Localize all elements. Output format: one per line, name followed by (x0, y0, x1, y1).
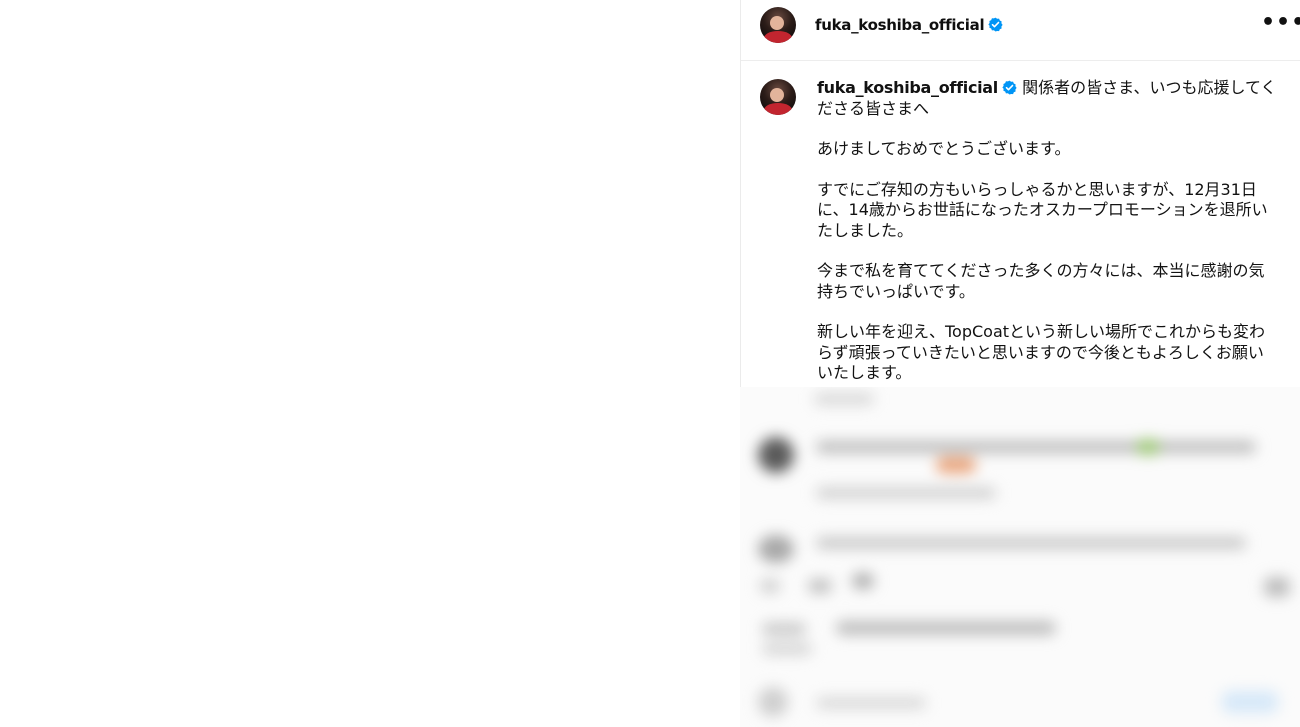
caption-paragraph: 新しい年を迎え、TopCoatという新しい場所でこれからも変わらず頑張っていきた… (817, 322, 1266, 382)
caption-paragraph: 今まで私を育ててくださった多くの方々には、本当に感謝の気持ちでいっぱいです。 (817, 261, 1265, 301)
avatar[interactable] (760, 7, 796, 43)
username-link[interactable]: fuka_koshiba_official (815, 16, 985, 34)
empty-left-area (0, 0, 740, 727)
more-options-button[interactable]: ••• (1261, 12, 1300, 38)
caption-first-line: fuka_koshiba_official 関係者の皆さま、いつも応援してくださ… (817, 78, 1279, 119)
blurred-comments-area (740, 387, 1300, 727)
caption-paragraph: すでにご存知の方もいらっしゃるかと思いますが、12月31日に、14歳からお世話に… (817, 179, 1268, 240)
caption-avatar[interactable] (760, 79, 796, 115)
post-header: fuka_koshiba_official ••• (741, 0, 1300, 61)
post-author: fuka_koshiba_official (815, 15, 1003, 35)
post-caption: fuka_koshiba_official 関係者の皆さま、いつも応援してくださ… (817, 78, 1279, 384)
caption-username[interactable]: fuka_koshiba_official (817, 78, 998, 97)
blur-layer (740, 387, 1300, 727)
caption-paragraph: あけましておめでとうございます。 (817, 139, 1071, 158)
verified-badge-icon (988, 17, 1003, 32)
post-panel: fuka_koshiba_official ••• fuka_koshiba_o… (740, 0, 1300, 387)
verified-badge-icon (1002, 80, 1017, 95)
